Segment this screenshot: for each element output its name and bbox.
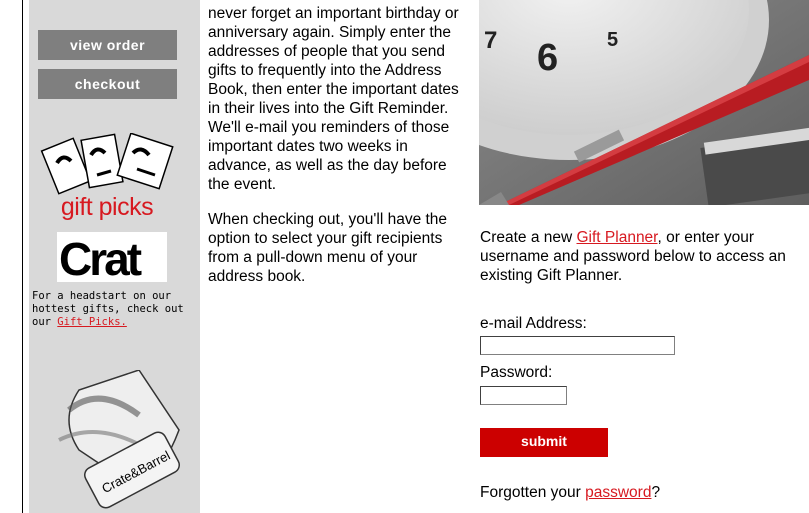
gift-reminder-description: never forget an important birthday or an… bbox=[208, 4, 472, 302]
left-divider bbox=[22, 0, 23, 513]
forgot-prefix: Forgotten your bbox=[480, 484, 586, 501]
gift-picks-link[interactable]: Gift Picks. bbox=[57, 316, 127, 328]
forgot-password-text: Forgotten your password? bbox=[480, 484, 660, 502]
clock-number-6: 6 bbox=[537, 37, 558, 79]
description-paragraph-2: When checking out, you'll have the optio… bbox=[208, 211, 448, 285]
clock-number-5: 5 bbox=[607, 29, 618, 51]
submit-button[interactable]: submit bbox=[480, 428, 608, 457]
clock-pen-photo: 7 6 5 bbox=[479, 0, 809, 205]
gift-planner-link[interactable]: Gift Planner bbox=[577, 229, 658, 246]
gift-picks-caption: For a headstart on our hottest gifts, ch… bbox=[32, 290, 200, 329]
intro-text-prefix: Create a new bbox=[480, 229, 577, 246]
password-field[interactable] bbox=[480, 386, 567, 405]
gift-cards-illustration bbox=[40, 133, 174, 195]
forgot-suffix: ? bbox=[651, 484, 661, 501]
gift-picks-title[interactable]: gift picks bbox=[37, 193, 177, 222]
description-paragraph-1: never forget an important birthday or an… bbox=[208, 5, 459, 193]
email-field[interactable] bbox=[480, 336, 675, 355]
email-label: e-mail Address: bbox=[480, 315, 587, 332]
crate-logo-image[interactable]: Crat bbox=[57, 232, 167, 282]
clock-number-7: 7 bbox=[484, 27, 497, 54]
password-link[interactable]: password bbox=[585, 484, 651, 501]
view-order-button[interactable]: view order bbox=[38, 30, 177, 60]
checkout-button[interactable]: checkout bbox=[38, 69, 177, 99]
sidebar: view order checkout gift picks Crat For … bbox=[29, 0, 200, 513]
crate-logo-text: Crat bbox=[59, 233, 142, 282]
password-label: Password: bbox=[480, 364, 553, 381]
login-intro: Create a new Gift Planner, or enter your… bbox=[480, 228, 809, 285]
gift-ribbon-image: Crate&Barrel bbox=[58, 370, 180, 509]
